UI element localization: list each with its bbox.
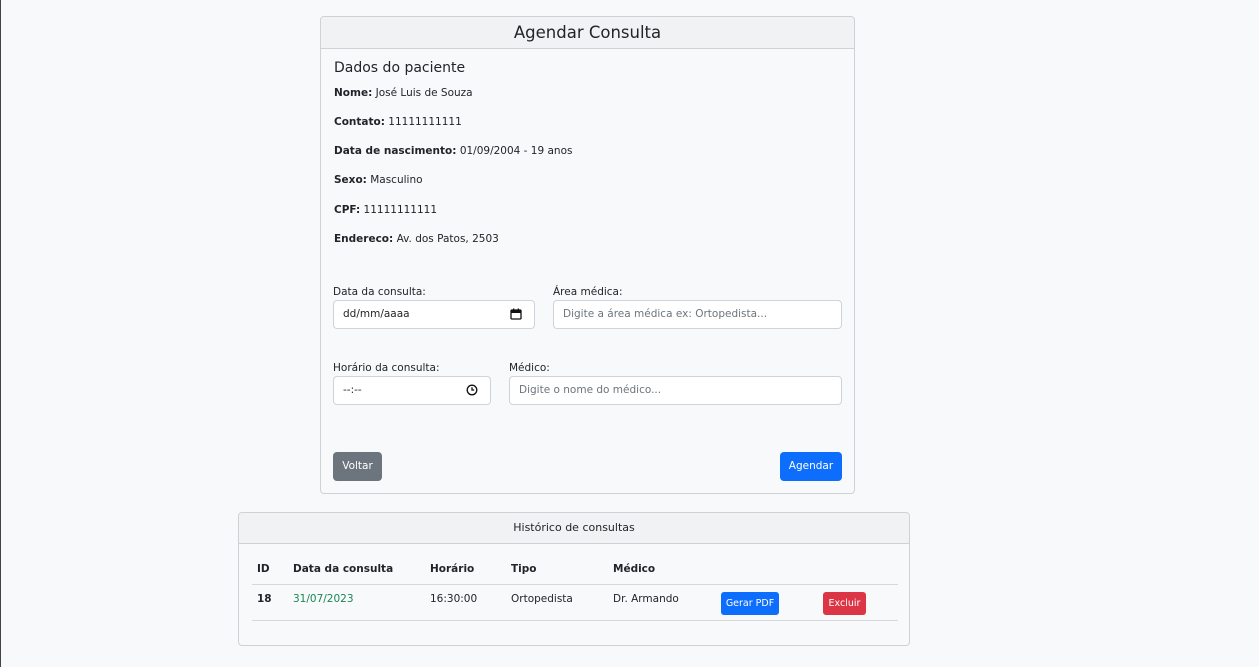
patient-contact: Contato: 11111111111 xyxy=(334,116,462,128)
cell-type: Ortopedista xyxy=(511,593,573,605)
date-input[interactable]: dd/mm/aaaa xyxy=(333,300,535,329)
table-header-divider xyxy=(252,584,898,585)
schedule-card: Agendar Consulta Dados do paciente Nome:… xyxy=(320,16,855,494)
clock-icon[interactable] xyxy=(466,384,478,396)
area-input[interactable]: Digite a área médica ex: Ortopedista... xyxy=(553,300,842,329)
patient-name: Nome: José Luis de Souza xyxy=(334,87,473,99)
doctor-label: Médico: xyxy=(509,362,550,374)
cell-date: 31/07/2023 xyxy=(293,593,354,605)
schedule-button[interactable]: Agendar xyxy=(780,452,842,481)
cell-doctor: Dr. Armando xyxy=(613,593,679,605)
area-label: Área médica: xyxy=(553,286,623,298)
patient-sex: Sexo: Masculino xyxy=(334,174,423,186)
cell-id: 18 xyxy=(257,593,272,605)
patient-section-title: Dados do paciente xyxy=(334,60,466,76)
col-id: ID xyxy=(257,563,270,575)
back-button[interactable]: Voltar xyxy=(333,452,382,481)
cell-time: 16:30:00 xyxy=(430,593,478,605)
table-row-divider xyxy=(252,620,898,621)
schedule-card-title: Agendar Consulta xyxy=(321,17,854,49)
patient-birthdate: Data de nascimento: 01/09/2004 - 19 anos xyxy=(334,145,573,157)
generate-pdf-button[interactable]: Gerar PDF xyxy=(721,592,779,615)
col-date: Data da consulta xyxy=(293,563,394,575)
time-label: Horário da consulta: xyxy=(333,362,440,374)
patient-address: Endereco: Av. dos Patos, 2503 xyxy=(334,233,499,245)
time-input[interactable]: --:-- xyxy=(333,376,491,405)
history-card: Histórico de consultas ID Data da consul… xyxy=(238,512,910,646)
history-title: Histórico de consultas xyxy=(239,513,909,544)
col-doctor: Médico xyxy=(613,563,656,575)
patient-cpf: CPF: 11111111111 xyxy=(334,204,438,216)
date-label: Data da consulta: xyxy=(333,286,426,298)
col-type: Tipo xyxy=(511,563,537,575)
col-time: Horário xyxy=(430,563,475,575)
calendar-icon[interactable] xyxy=(510,308,522,320)
delete-button[interactable]: Excluir xyxy=(823,592,866,615)
doctor-input[interactable]: Digite o nome do médico... xyxy=(509,376,842,405)
